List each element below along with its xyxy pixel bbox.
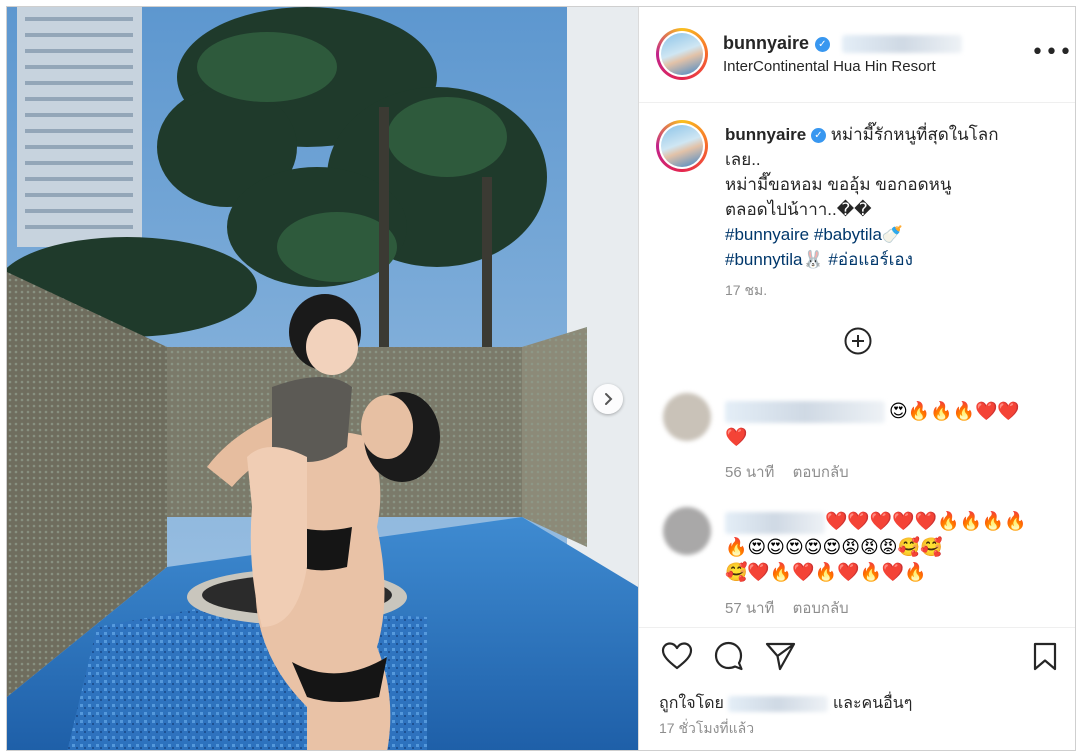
- bottle-icon: 🍼: [881, 225, 904, 244]
- caption-line-1: หม่ามี๊รักหนูที่สุดในโลก: [830, 125, 999, 144]
- reply-button[interactable]: ตอบกลับ: [793, 464, 849, 481]
- comment-text: 🔥😍😍😍😍😍😡😡😡🥰🥰: [725, 537, 943, 558]
- caption-time: 17 ชม.: [725, 282, 768, 298]
- post-caption: bunnyaire ✓ หม่ามี๊รักหนูที่สุดในโลก เลย…: [725, 122, 1060, 272]
- author-name-row: bunnyaire ✓: [723, 33, 962, 54]
- hashtag-link[interactable]: #bunnyaire: [725, 225, 809, 244]
- caption-line-4: ตลอดไปน้าาา..��: [725, 200, 872, 219]
- chevron-right-icon: [605, 393, 613, 405]
- instagram-post-window: bunnyaire ✓ InterContinental Hua Hin Res…: [6, 6, 1076, 751]
- send-icon[interactable]: [765, 641, 797, 671]
- redacted-commenter-name[interactable]: [725, 512, 825, 534]
- liked-by-suffix: และคนอื่นๆ: [832, 695, 913, 712]
- more-options-icon[interactable]: •••: [1031, 40, 1073, 65]
- comment-text: 🥰❤️🔥❤️🔥❤️🔥❤️🔥: [725, 562, 927, 583]
- plus-circle-icon[interactable]: [843, 326, 873, 356]
- comment-time: 56 นาที: [725, 464, 775, 481]
- reply-button[interactable]: ตอบกลับ: [793, 600, 849, 617]
- caption-avatar[interactable]: [656, 120, 708, 172]
- redacted-commenter-name[interactable]: [725, 401, 885, 423]
- post-header: bunnyaire ✓ InterContinental Hua Hin Res…: [639, 7, 1075, 103]
- commenter-avatar[interactable]: [663, 393, 711, 441]
- author-avatar[interactable]: [656, 28, 708, 80]
- bunny-icon: 🐰: [802, 250, 824, 269]
- post-actions-bar: ถูกใจโดย และคนอื่นๆ 17 ชั่วโมงที่แล้ว: [639, 627, 1075, 750]
- likes-summary[interactable]: ถูกใจโดย และคนอื่นๆ: [659, 691, 912, 716]
- caption-line-2: เลย..: [725, 150, 761, 169]
- comment-text: ❤️: [725, 427, 748, 448]
- post-timestamp: 17 ชั่วโมงที่แล้ว: [659, 720, 755, 736]
- commenter-avatar[interactable]: [663, 507, 711, 555]
- comment-meta: 56 นาที ตอบกลับ: [725, 460, 863, 484]
- post-details-panel: bunnyaire ✓ InterContinental Hua Hin Res…: [638, 7, 1075, 750]
- hashtag-link[interactable]: #babytila: [814, 225, 882, 244]
- verified-badge-icon: ✓: [814, 36, 830, 52]
- bookmark-icon[interactable]: [1032, 642, 1058, 672]
- caption-line-3: หม่ามี๊ขอหอม ขออุ้ม ขอกอดหนู: [725, 175, 952, 194]
- comment-meta: 57 นาที ตอบกลับ: [725, 596, 863, 620]
- caption-username[interactable]: bunnyaire: [725, 125, 806, 144]
- post-location[interactable]: InterContinental Hua Hin Resort: [723, 58, 936, 75]
- redacted-text: [841, 35, 962, 53]
- liked-by-prefix: ถูกใจโดย: [659, 695, 724, 712]
- comment-text: 😍🔥🔥🔥❤️❤️: [889, 401, 1020, 422]
- post-photo-illustration: [7, 7, 638, 750]
- author-username[interactable]: bunnyaire: [723, 33, 809, 53]
- heart-icon[interactable]: [661, 641, 693, 671]
- comment-icon[interactable]: [713, 641, 745, 671]
- comment-time: 57 นาที: [725, 600, 775, 617]
- post-photo[interactable]: [7, 7, 638, 750]
- redacted-text: [728, 695, 829, 712]
- hashtag-link[interactable]: #อ่อแอร์เอง: [828, 250, 913, 269]
- next-photo-button[interactable]: [593, 384, 623, 414]
- hashtag-link[interactable]: #bunnytila: [725, 250, 803, 269]
- verified-badge-icon: ✓: [810, 128, 826, 144]
- comment-text: ❤️❤️❤️❤️❤️🔥🔥🔥🔥: [825, 511, 1027, 532]
